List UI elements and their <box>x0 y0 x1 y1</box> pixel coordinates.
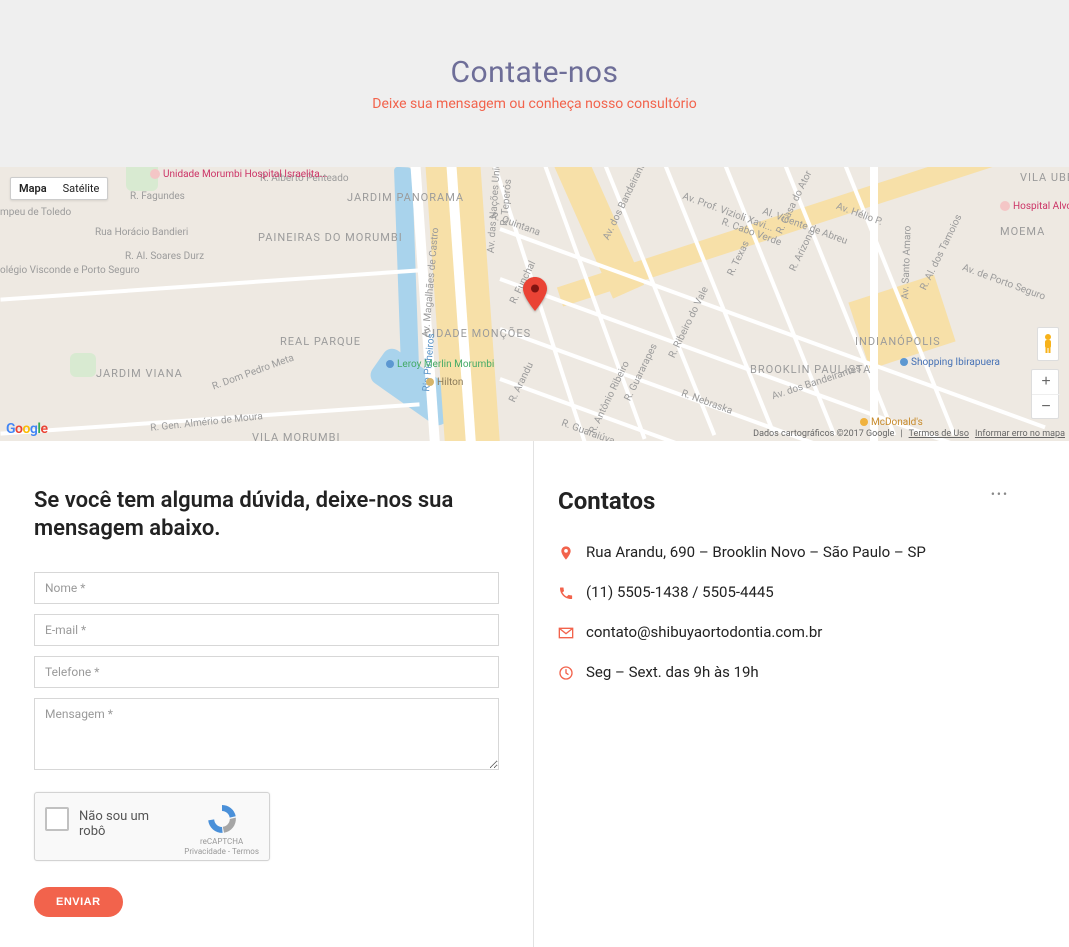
poi-leroy[interactable]: Leroy Merlin Morumbi <box>386 359 494 370</box>
map-pin-icon[interactable] <box>523 277 547 311</box>
poi-hilton[interactable]: Hilton <box>426 377 463 388</box>
form-heading: Se você tem alguma dúvida, deixe-nos sua… <box>34 487 499 542</box>
clock-icon <box>558 665 574 681</box>
message-field[interactable] <box>34 698 499 770</box>
email-field[interactable] <box>34 614 499 646</box>
pin-icon <box>558 545 574 561</box>
map-type-selector[interactable]: Mapa Satélite <box>10 177 108 200</box>
district-cidade-moncoes: CIDADE MONÇÕES <box>424 327 531 340</box>
streetview-pegman[interactable] <box>1037 327 1059 361</box>
district-indianopolis: INDIANÓPOLIS <box>855 335 941 348</box>
poi-mcdonalds[interactable]: McDonald's <box>860 417 923 428</box>
phone-icon <box>558 585 574 601</box>
district-real-parque: REAL PARQUE <box>280 335 361 348</box>
district-paineiras: PAINEIRAS DO MORUMBI <box>258 231 403 244</box>
zoom-in-button[interactable]: + <box>1032 370 1060 394</box>
map-controls: + − <box>1031 327 1059 419</box>
contact-hours: Seg – Sext. das 9h às 19h <box>558 663 1035 681</box>
map-attrib-terms[interactable]: Termos de Uso <box>909 429 969 439</box>
recaptcha-checkbox[interactable] <box>45 807 69 831</box>
zoom-out-button[interactable]: − <box>1032 394 1060 418</box>
district-moema: MOEMA <box>1000 225 1045 238</box>
contact-phone-text: (11) 5505-1438 / 5505-4445 <box>586 583 774 601</box>
district-jardim-viana: JARDIM VIANA <box>96 367 183 380</box>
recaptcha-widget: Não sou um robô reCAPTCHA Privacidade - … <box>34 792 270 861</box>
submit-button[interactable]: ENVIAR <box>34 887 123 917</box>
map-type-satellite[interactable]: Satélite <box>55 178 108 199</box>
contact-address-text: Rua Arandu, 690 – Brooklin Novo – São Pa… <box>586 543 926 561</box>
name-field[interactable] <box>34 572 499 604</box>
map-attribution: Dados cartográficos ©2017 Google | Termo… <box>753 429 1065 439</box>
map-type-map[interactable]: Mapa <box>11 178 55 199</box>
contact-email-text: contato@shibuyaortodontia.com.br <box>586 623 822 641</box>
poi-hospital-morumbi[interactable]: Unidade Morumbi Hospital Israelita... <box>150 169 328 180</box>
recaptcha-label: Não sou um robô <box>79 803 174 839</box>
recaptcha-badge: reCAPTCHA Privacidade - Termos <box>184 803 259 856</box>
envelope-icon <box>558 625 574 641</box>
map-attrib-data: Dados cartográficos ©2017 Google <box>753 429 894 439</box>
contact-list: Rua Arandu, 690 – Brooklin Novo – São Pa… <box>558 543 1035 681</box>
contact-email: contato@shibuyaortodontia.com.br <box>558 623 1035 641</box>
hero-header: Contate-nos Deixe sua mensagem ou conheç… <box>0 0 1069 167</box>
zoom-control: + − <box>1031 369 1059 419</box>
poi-hospital-alvorada[interactable]: Hospital Alvorada... <box>1000 201 1069 212</box>
district-jardim-panorama: JARDIM PANORAMA <box>347 191 464 204</box>
contact-hours-text: Seg – Sext. das 9h às 19h <box>586 663 759 681</box>
map-attrib-report[interactable]: Informar erro no mapa <box>975 429 1065 439</box>
contact-form-column: Se você tem alguma dúvida, deixe-nos sua… <box>0 441 534 947</box>
content-columns: Se você tem alguma dúvida, deixe-nos sua… <box>0 441 1069 947</box>
contacts-heading: Contatos <box>558 487 1035 515</box>
district-vila-uberabinha: VILA UBERABINHA <box>1020 171 1069 184</box>
page-title: Contate-nos <box>0 55 1069 90</box>
district-vila-morumbi: VILA MORUMBI <box>252 431 340 441</box>
contact-address: Rua Arandu, 690 – Brooklin Novo – São Pa… <box>558 543 1035 561</box>
google-logo: Google <box>6 421 48 437</box>
dots-icon: ••• <box>991 487 1009 501</box>
map[interactable]: JARDIM PANORAMA PAINEIRAS DO MORUMBI REA… <box>0 167 1069 441</box>
phone-field[interactable] <box>34 656 499 688</box>
contact-phone: (11) 5505-1438 / 5505-4445 <box>558 583 1035 601</box>
contacts-column: ••• Contatos Rua Arandu, 690 – Brooklin … <box>534 441 1069 947</box>
poi-shopping[interactable]: Shopping Ibirapuera <box>900 357 1000 368</box>
page-subtitle: Deixe sua mensagem ou conheça nosso cons… <box>0 96 1069 112</box>
